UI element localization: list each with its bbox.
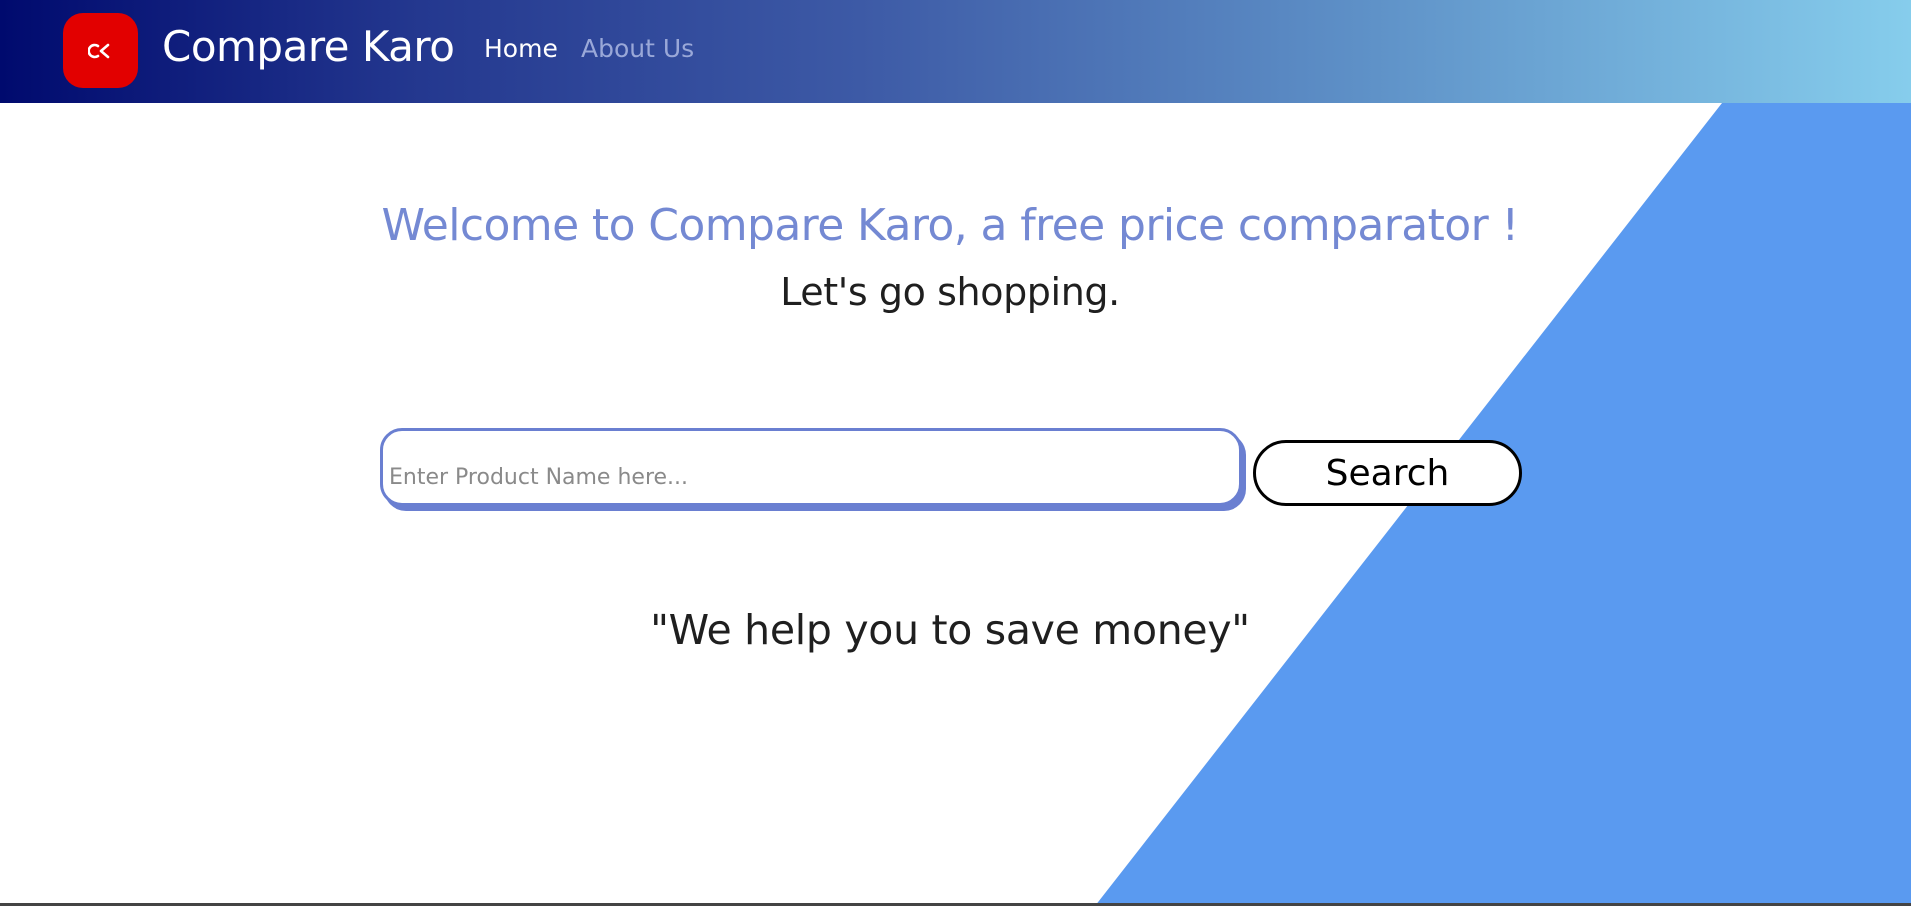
page: Welcome to Compare Karo, a free price co… [0, 0, 1911, 906]
search-button[interactable]: Search [1253, 440, 1522, 506]
brand-name[interactable]: Compare Karo [162, 22, 455, 71]
main-content: Welcome to Compare Karo, a free price co… [0, 0, 1911, 906]
ck-logo-icon [87, 43, 109, 58]
welcome-heading: Welcome to Compare Karo, a free price co… [381, 200, 1519, 251]
product-search-input[interactable] [380, 428, 1242, 506]
compare-karo-logo[interactable] [63, 13, 138, 88]
navbar: Compare Karo Home About Us [0, 0, 1911, 103]
tagline: "We help you to save money" [650, 606, 1250, 654]
nav-about-link[interactable]: About Us [581, 34, 694, 63]
nav-home-link[interactable]: Home [484, 34, 558, 63]
subheading: Let's go shopping. [780, 270, 1120, 314]
